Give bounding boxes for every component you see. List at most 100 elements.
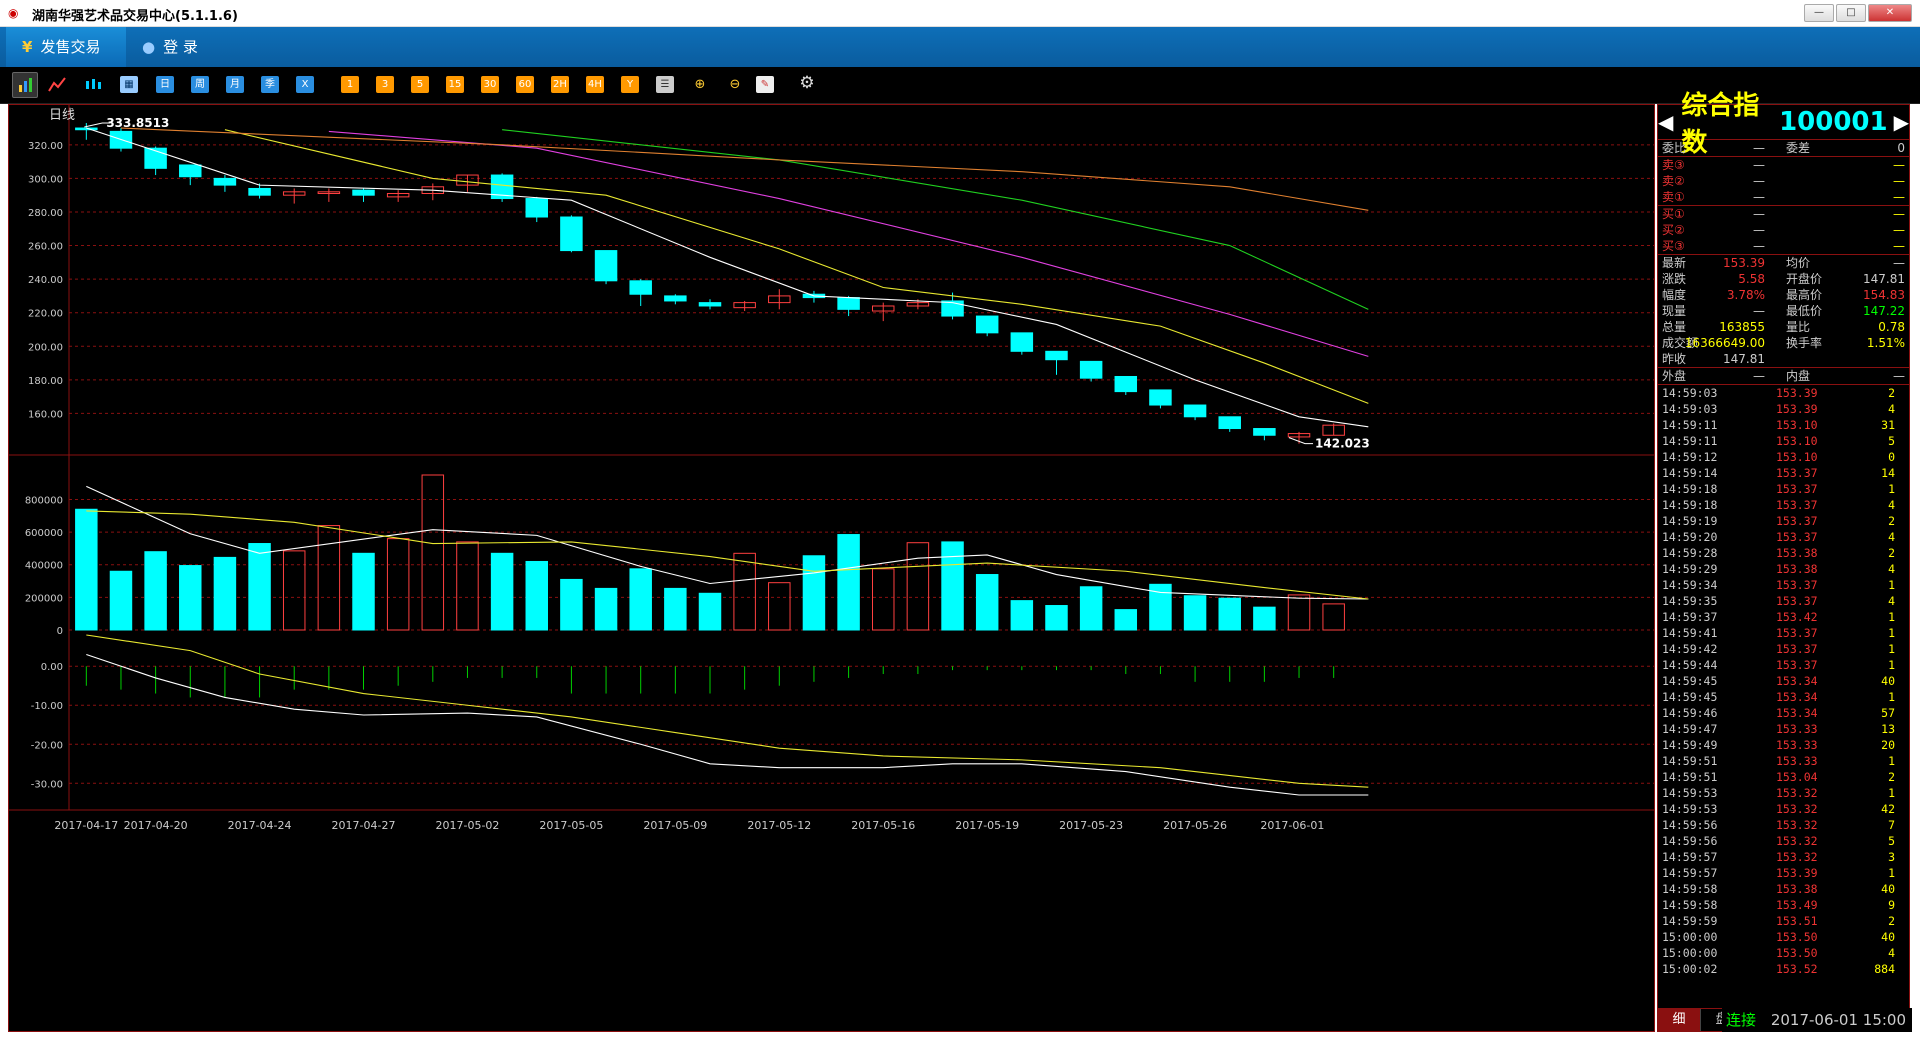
kline-chart[interactable]: 160.00 180.00 200.00 220.00 240.00 260.00 280.…: [9, 105, 1654, 1031]
stat-label: 昨收: [1662, 352, 1687, 366]
tick-time: 14:59:37: [1662, 610, 1718, 624]
candle: [213, 175, 237, 192]
minute-30-button[interactable]: 30: [481, 76, 499, 93]
volume-bar: [698, 592, 722, 631]
maximize-button[interactable]: □: [1836, 4, 1866, 22]
tick-price: 153.42: [1776, 610, 1818, 624]
tick-volume: 4: [1888, 946, 1895, 960]
settings-icon[interactable]: ☰: [656, 76, 674, 93]
candle: [75, 123, 98, 140]
tick-time: 14:59:19: [1662, 514, 1718, 528]
tab-detail[interactable]: 细: [1658, 1009, 1701, 1031]
candlestick-icon[interactable]: [84, 76, 102, 93]
candle: [421, 183, 445, 201]
candle-body: [1253, 428, 1276, 436]
period-day-button[interactable]: 日: [156, 76, 174, 93]
price-tick-label: 300.00: [28, 174, 63, 185]
volume-bar: [768, 582, 791, 631]
ask-row-volume: —: [1893, 158, 1905, 172]
line-chart-icon[interactable]: [48, 76, 66, 93]
period-quarter-button[interactable]: 季: [261, 76, 279, 93]
tick-price: 153.32: [1776, 850, 1818, 864]
minute-3-button[interactable]: 3: [376, 76, 394, 93]
date-tick-label: 2017-04-24: [228, 819, 292, 832]
min-price-label: 142.023: [1315, 437, 1370, 451]
ask-row: 卖③ — —: [1658, 157, 1909, 173]
bid-row-price: —: [1753, 239, 1765, 253]
tick-volume: 7: [1888, 818, 1895, 832]
tick-time: 14:59:57: [1662, 866, 1718, 880]
bar-chart-icon[interactable]: [12, 72, 38, 98]
tick-time: 14:59:46: [1662, 706, 1718, 720]
volume-bar: [1218, 597, 1241, 631]
zoom-in-icon[interactable]: ⊕: [691, 76, 709, 93]
stat-row: 成交额 16366649.00 换手率 1.51%: [1658, 335, 1909, 351]
candle-body: [1218, 416, 1241, 430]
ask-list: 卖③ — — 卖② — — 卖① — —: [1658, 156, 1909, 205]
date-tick-label: 2017-05-09: [643, 819, 707, 832]
nav-item-label: 发售交易: [40, 38, 101, 56]
price-tick-label: 320.00: [28, 141, 63, 152]
nav-item-login[interactable]: ● 登 录: [142, 27, 242, 67]
tick-price: 153.37: [1776, 466, 1818, 480]
tick-price: 153.39: [1776, 866, 1818, 880]
minimize-button[interactable]: —: [1804, 4, 1834, 22]
hour-4-button[interactable]: 4H: [586, 76, 604, 93]
chart-area[interactable]: 160.00 180.00 200.00 220.00 240.00 260.00 280.…: [8, 104, 1655, 1032]
volume-tick-label: 800000: [25, 495, 63, 506]
instrument-code: 100001: [1779, 107, 1888, 137]
tick-row: 14:59:56 153.32 5: [1658, 833, 1909, 849]
zoom-out-icon[interactable]: ⊖: [726, 76, 744, 93]
volume-bar: [560, 578, 583, 631]
candle: [629, 279, 652, 306]
inner-volume-value: —: [1893, 369, 1905, 383]
close-button[interactable]: ✕: [1868, 4, 1912, 22]
nav-item-trade[interactable]: ¥ 发售交易: [6, 27, 126, 67]
tick-row: 14:59:49 153.33 20: [1658, 737, 1909, 753]
price-tick-label: 160.00: [28, 409, 63, 420]
date-tick-label: 2017-05-16: [851, 819, 915, 832]
period-custom-button[interactable]: X: [296, 76, 314, 93]
tick-list[interactable]: 14:59:03 153.39 2 14:59:03 153.39 4 14:59:11 15…: [1658, 384, 1909, 977]
candle: [768, 289, 791, 310]
price-tick-label: 240.00: [28, 275, 63, 286]
year-button[interactable]: Y: [621, 76, 639, 93]
tick-price: 153.34: [1776, 674, 1818, 688]
prev-instrument-icon[interactable]: ◀: [1658, 110, 1673, 134]
tick-volume: 57: [1881, 706, 1895, 720]
candle: [490, 173, 514, 202]
candle-body: [525, 198, 548, 218]
bid-row-volume: —: [1893, 223, 1905, 237]
gear-icon[interactable]: ⚙: [797, 73, 817, 93]
stat-value: 147.22: [1863, 304, 1905, 318]
date-tick-label: 2017-06-01: [1260, 819, 1324, 832]
minute-60-button[interactable]: 60: [516, 76, 534, 93]
indicator-tick-label: -20.00: [31, 740, 63, 751]
tick-volume: 40: [1881, 930, 1895, 944]
hour-2-button[interactable]: 2H: [551, 76, 569, 93]
indicator-line-dif: [86, 653, 1369, 796]
calendar-icon[interactable]: ▦: [120, 76, 138, 93]
minute-1-button[interactable]: 1: [341, 76, 359, 93]
next-instrument-icon[interactable]: ▶: [1894, 110, 1909, 134]
tick-price: 153.37: [1776, 594, 1818, 608]
volume-tick-label: 600000: [25, 528, 63, 539]
tick-row: 14:59:19 153.37 2: [1658, 513, 1909, 529]
tick-volume: 1: [1888, 578, 1895, 592]
minute-15-button[interactable]: 15: [446, 76, 464, 93]
stat-row: 最新 153.39 均价 —: [1658, 255, 1909, 271]
stat-value: 0.78: [1878, 320, 1905, 334]
tick-volume: 3: [1888, 850, 1895, 864]
period-month-button[interactable]: 月: [226, 76, 244, 93]
period-week-button[interactable]: 周: [191, 76, 209, 93]
ma-line-ma20: [328, 130, 1369, 357]
stats-list: 最新 153.39 均价 — 涨跌 5.58 开盘价 147.81 幅度 3.78% 最高价 154.…: [1658, 254, 1909, 367]
price-axis: 160.00 180.00 200.00 220.00 240.00 260.00 280.…: [28, 141, 1654, 420]
minute-5-button[interactable]: 5: [411, 76, 429, 93]
date-tick-label: 2017-05-02: [435, 819, 499, 832]
order-diff-label: 委差: [1786, 141, 1811, 155]
candle: [1114, 375, 1138, 395]
tick-volume: 1: [1888, 482, 1895, 496]
draw-icon[interactable]: ✎: [756, 76, 774, 93]
tick-time: 14:59:11: [1662, 418, 1718, 432]
